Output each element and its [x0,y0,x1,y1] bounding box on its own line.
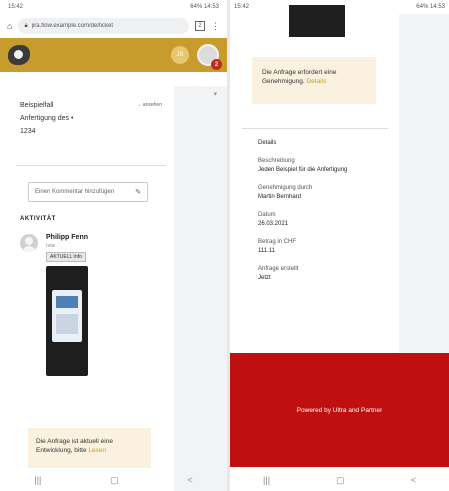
activity-item: Philipp Fenn now AKTUELL Info [20,234,162,376]
detail-field: Anfrage erstellt Jetzt [258,266,388,281]
meta-link[interactable]: → ansehen [136,102,162,109]
field-value: 111.11 [258,248,276,254]
footer-text: Powered by Ultra and Partner [296,406,383,414]
url-field[interactable]: 🔒︎ jira.flow.example.com/de/ticket [18,18,189,34]
field-value: Martin Bernhard [258,194,302,200]
android-nav-bar: ||| ▢ < [230,469,449,491]
redacted-block [289,5,345,37]
approval-notice: Die Anfrage erfordert eine Genehmigung. … [252,57,376,104]
lock-icon: 🔒︎ [24,22,28,29]
comment-input[interactable]: Einen Kommentar hinzufügen ✎ [28,182,148,202]
activity-tag: AKTUELL Info [46,252,86,262]
edit-icon: ✎ [135,189,141,196]
detail-field: Beschreibung Jeden Beispiel für die Anfe… [258,158,388,173]
status-time: 15:42 [8,4,24,10]
details-title: Details [258,140,277,146]
left-screen: 15:42 64% 14:53 ⌂ 🔒︎ jira.flow.example.c… [0,0,227,491]
status-time: 15:42 [234,4,250,10]
recent-apps-icon[interactable]: ||| [263,475,270,485]
status-right: 64% 14:53 [190,4,219,10]
details-section: Details Beschreibung Jeden Beispiel für … [258,140,388,281]
notification-badge: 2 [211,59,222,70]
back-icon[interactable]: < [411,475,416,485]
footer-banner: Powered by Ultra and Partner [230,353,449,467]
field-label: Beschreibung [258,158,295,164]
meta-row: Beispielfall → ansehen [20,102,162,109]
home-icon[interactable]: ⌂ [7,21,12,31]
recent-apps-icon[interactable]: ||| [34,475,41,485]
browser-address-bar: ⌂ 🔒︎ jira.flow.example.com/de/ticket 2 ⋮ [0,14,227,38]
android-nav-bar: ||| ▢ < [0,469,227,491]
tabs-icon[interactable]: 2 [195,21,205,31]
meta-row: Anfertigung des • [20,115,162,122]
thumbnail-preview [52,290,82,342]
meta-row: 1234 [20,128,162,135]
status-right: 64% 14:53 [416,4,445,10]
person-icon [20,234,38,252]
section-title: AKTIVITÄT [20,216,56,222]
meta-label: Anfertigung des • [20,115,74,122]
chevron-down-icon[interactable]: ▾ [213,90,217,98]
meta-label: 1234 [20,128,36,135]
home-button-icon[interactable]: ▢ [110,475,119,486]
more-menu-icon[interactable]: ⋮ [211,21,220,32]
divider-line [242,128,388,129]
info-notice: Die Anfrage ist aktuell eine Entwicklung… [28,428,151,468]
meta-label: Beispielfall [20,102,54,109]
status-bar: 15:42 64% 14:53 [0,0,227,14]
detail-field: Betrag in CHF 111.11 [258,239,388,254]
app-header: JS 2 [0,38,227,72]
comment-placeholder: Einen Kommentar hinzufügen [35,189,115,195]
app-logo[interactable] [8,45,30,65]
field-label: Datum [258,212,276,218]
field-value: Jetzt [258,275,271,281]
detail-field: Datum 26.03.2021 [258,212,388,227]
url-text: jira.flow.example.com/de/ticket [31,23,114,29]
avatar-button[interactable]: 2 [197,44,222,70]
activity-name: Philipp Fenn [46,234,88,241]
detail-field: Genehmigung durch Martin Bernhard [258,185,388,200]
user-initials-button[interactable]: JS [171,46,189,64]
field-label: Anfrage erstellt [258,266,299,272]
field-value: 26.03.2021 [258,221,289,227]
screenshot-thumbnail[interactable] [46,266,88,376]
divider-line [16,165,166,166]
notice-link[interactable]: Lesen [88,447,106,454]
home-button-icon[interactable]: ▢ [336,475,345,486]
side-panel [399,14,449,353]
field-value: Jeden Beispiel für die Anfertigung [258,167,348,173]
field-label: Betrag in CHF [258,239,297,245]
back-icon[interactable]: < [187,475,192,485]
activity-time: now [46,243,56,249]
field-label: Genehmigung durch [258,185,313,191]
right-screen: 15:42 64% 14:53 Die Anfrage erfordert ei… [230,0,449,491]
notice-link[interactable]: Details [306,78,326,85]
side-panel: ▾ [174,86,227,491]
